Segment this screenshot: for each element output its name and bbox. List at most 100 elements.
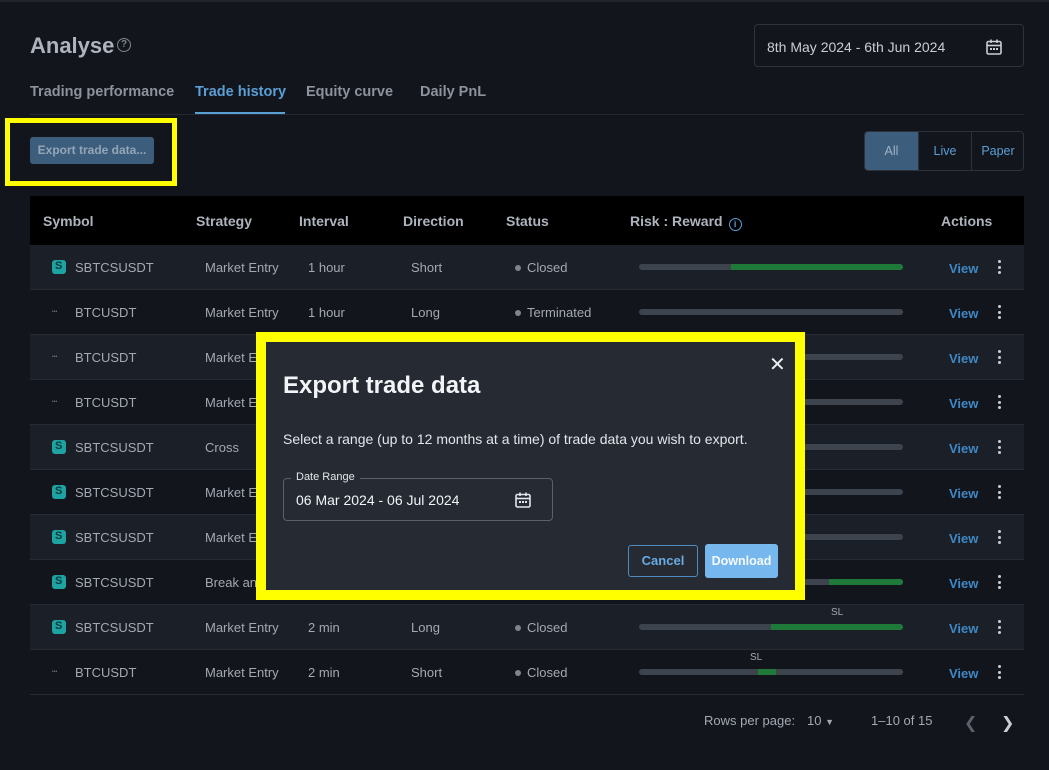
more-options-icon[interactable]	[998, 395, 1002, 411]
header-risk-reward[interactable]: Risk : Reward i	[630, 213, 742, 231]
tab-trade-history[interactable]: Trade history	[195, 84, 286, 100]
status-cell: Terminated	[515, 305, 591, 320]
view-link[interactable]: View	[949, 306, 978, 321]
status-dot-icon	[515, 670, 521, 676]
s-token-icon	[52, 530, 66, 544]
filter-paper[interactable]: Paper	[972, 132, 1023, 170]
more-options-icon[interactable]	[998, 350, 1002, 366]
date-range-field[interactable]: Date Range 06 Mar 2024 - 06 Jul 2024	[283, 471, 553, 521]
btc-token-icon: •••	[52, 399, 58, 405]
view-link[interactable]: View	[949, 486, 978, 501]
chevron-right-icon[interactable]: ❯	[1001, 713, 1014, 733]
more-options-icon[interactable]	[998, 485, 1002, 501]
symbol-cell: SBTCSUSDT	[75, 620, 154, 635]
more-options-icon[interactable]	[998, 620, 1002, 636]
interval-cell: 1 hour	[308, 305, 345, 320]
view-link[interactable]: View	[949, 666, 978, 681]
filter-all[interactable]: All	[865, 132, 918, 170]
strategy-cell: Market Entry	[205, 620, 279, 635]
download-button[interactable]: Download	[705, 544, 778, 578]
header-status[interactable]: Status	[506, 213, 549, 229]
more-options-icon[interactable]	[998, 305, 1002, 321]
view-link[interactable]: View	[949, 396, 978, 411]
interval-cell: 2 min	[308, 665, 340, 680]
header-symbol[interactable]: Symbol	[43, 213, 94, 229]
more-options-icon[interactable]	[998, 530, 1002, 546]
table-row[interactable]: ••• BTCUSDT Market Entry 2 min Short Closed SL…	[30, 650, 1024, 695]
close-icon[interactable]: ✕	[769, 352, 786, 377]
more-options-icon[interactable]	[998, 665, 1002, 681]
view-link[interactable]: View	[949, 441, 978, 456]
tab-equity-curve[interactable]: Equity curve	[306, 84, 393, 100]
highlight-box-export	[5, 118, 177, 186]
rows-per-page-select[interactable]: 10 ▼	[807, 713, 834, 728]
s-token-icon	[52, 440, 66, 454]
strategy-cell: Market E	[205, 350, 258, 365]
status-cell: Closed	[515, 620, 567, 635]
symbol-cell: BTCUSDT	[75, 305, 137, 320]
status-cell: Closed	[515, 260, 567, 275]
date-range-picker[interactable]: 8th May 2024 - 6th Jun 2024	[754, 24, 1024, 67]
rows-per-page-label: Rows per page:	[704, 713, 796, 728]
view-link[interactable]: View	[949, 531, 978, 546]
status-dot-icon	[515, 625, 521, 631]
export-trade-data-dialog: Export trade data ✕ Select a range (up t…	[266, 342, 795, 590]
s-token-icon	[52, 620, 66, 634]
symbol-cell: SBTCSUSDT	[75, 260, 154, 275]
symbol-cell: SBTCSUSDT	[75, 575, 154, 590]
header-direction[interactable]: Direction	[403, 213, 464, 229]
calendar-icon[interactable]	[985, 38, 1003, 61]
table-row[interactable]: SBTCSUSDT Market Entry 2 min Long Closed SL Vi…	[30, 605, 1024, 650]
table-row[interactable]: ••• BTCUSDT Market Entry 1 hour Long Terminat…	[30, 290, 1024, 335]
cancel-button[interactable]: Cancel	[628, 545, 698, 577]
risk-reward-bar	[639, 624, 903, 630]
risk-reward-bar	[639, 669, 903, 675]
more-options-icon[interactable]	[998, 440, 1002, 456]
header-interval[interactable]: Interval	[299, 213, 349, 229]
trade-type-filter: All Live Paper	[864, 131, 1024, 171]
btc-token-icon: •••	[52, 309, 58, 315]
tabs-divider	[30, 114, 1024, 115]
chevron-down-icon: ▼	[825, 717, 835, 727]
direction-cell: Long	[411, 620, 440, 635]
calendar-icon[interactable]	[514, 491, 532, 514]
status-text: Terminated	[527, 305, 592, 320]
view-link[interactable]: View	[949, 576, 978, 591]
status-dot-icon	[515, 310, 521, 316]
strategy-cell: Market E	[205, 395, 258, 410]
view-link[interactable]: View	[949, 261, 978, 276]
date-range-value: 8th May 2024 - 6th Jun 2024	[767, 39, 946, 55]
direction-cell: Long	[411, 305, 440, 320]
header-strategy[interactable]: Strategy	[196, 213, 252, 229]
tab-daily-pnl[interactable]: Daily PnL	[420, 84, 486, 100]
date-range-field-value: 06 Mar 2024 - 06 Jul 2024	[296, 492, 460, 508]
table-row[interactable]: SBTCSUSDT Market Entry 1 hour Short Closed Vi…	[30, 245, 1024, 290]
more-options-icon[interactable]	[998, 575, 1002, 591]
s-token-icon	[52, 485, 66, 499]
help-icon[interactable]: ?	[117, 38, 131, 52]
direction-cell: Short	[411, 260, 443, 275]
reward-fill	[731, 264, 903, 270]
chevron-left-icon[interactable]: ❮	[964, 713, 977, 733]
symbol-cell: BTCUSDT	[75, 665, 137, 680]
direction-cell: Short	[411, 665, 443, 680]
reward-fill	[758, 669, 776, 675]
rows-per-page-value: 10	[807, 713, 822, 728]
page-title: Analyse	[30, 33, 115, 58]
strategy-cell: Break an	[205, 575, 258, 590]
header-risk-reward-label: Risk : Reward	[630, 213, 723, 229]
view-link[interactable]: View	[949, 351, 978, 366]
status-text: Closed	[527, 620, 568, 635]
reward-fill	[829, 579, 903, 585]
tab-trading-performance[interactable]: Trading performance	[30, 84, 174, 100]
date-range-field-label: Date Range	[291, 471, 360, 483]
reward-fill	[771, 624, 903, 630]
risk-reward-bar	[639, 264, 903, 270]
interval-cell: 2 min	[308, 620, 340, 635]
more-options-icon[interactable]	[998, 260, 1002, 276]
info-icon[interactable]: i	[728, 218, 742, 231]
filter-live[interactable]: Live	[919, 132, 971, 170]
strategy-cell: Market E	[205, 530, 258, 545]
view-link[interactable]: View	[949, 621, 978, 636]
stop-loss-label: SL	[831, 607, 844, 618]
